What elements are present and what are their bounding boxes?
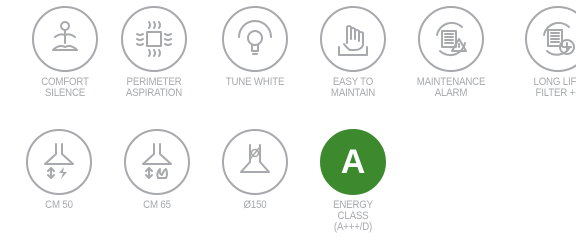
filter-plus-icon — [525, 6, 576, 72]
energy-class-badge: A — [320, 129, 386, 195]
light-bulb-icon — [222, 6, 288, 72]
feature-cm50: CM 50 — [11, 129, 107, 211]
feature-perimeter-aspiration: PERIMETER ASPIRATION — [106, 6, 202, 99]
feature-label: Ø150 — [243, 199, 267, 211]
feature-easy-to-maintain: EASY TO MAINTAIN — [305, 6, 401, 99]
feature-label: COMFORT SILENCE — [41, 76, 89, 99]
hand-touch-icon — [320, 6, 386, 72]
feature-label: MAINTENANCE ALARM — [416, 76, 486, 99]
feature-tune-white: TUNE WHITE — [207, 6, 303, 88]
feature-energy-class: A ENERGY CLASS (A+++/D) — [305, 129, 401, 233]
hood-cm65-icon — [124, 129, 190, 195]
meditation-icon — [32, 6, 98, 72]
perimeter-aspiration-icon — [121, 6, 187, 72]
feature-label: EASY TO MAINTAIN — [330, 76, 376, 99]
feature-cm65: CM 65 — [109, 129, 205, 211]
feature-label: TUNE WHITE — [225, 76, 285, 88]
feature-label: ENERGY CLASS (A+++/D) — [333, 199, 373, 233]
hood-duct-icon — [222, 129, 288, 195]
hood-cm50-icon — [26, 129, 92, 195]
feature-label: CM 65 — [143, 199, 171, 211]
filter-warning-icon — [418, 6, 484, 72]
feature-comfort-silence: COMFORT SILENCE — [17, 6, 113, 99]
feature-label: CM 50 — [45, 199, 73, 211]
feature-label: LONG LIFEFILTER ++ — [533, 76, 576, 99]
feature-label: PERIMETER ASPIRATION — [125, 76, 183, 99]
feature-maintenance-alarm: MAINTENANCE ALARM — [403, 6, 499, 99]
feature-long-life-filter: LONG LIFEFILTER ++ — [510, 6, 576, 99]
feature-duct-150: Ø150 — [207, 129, 303, 211]
energy-class-letter: A — [340, 142, 366, 181]
